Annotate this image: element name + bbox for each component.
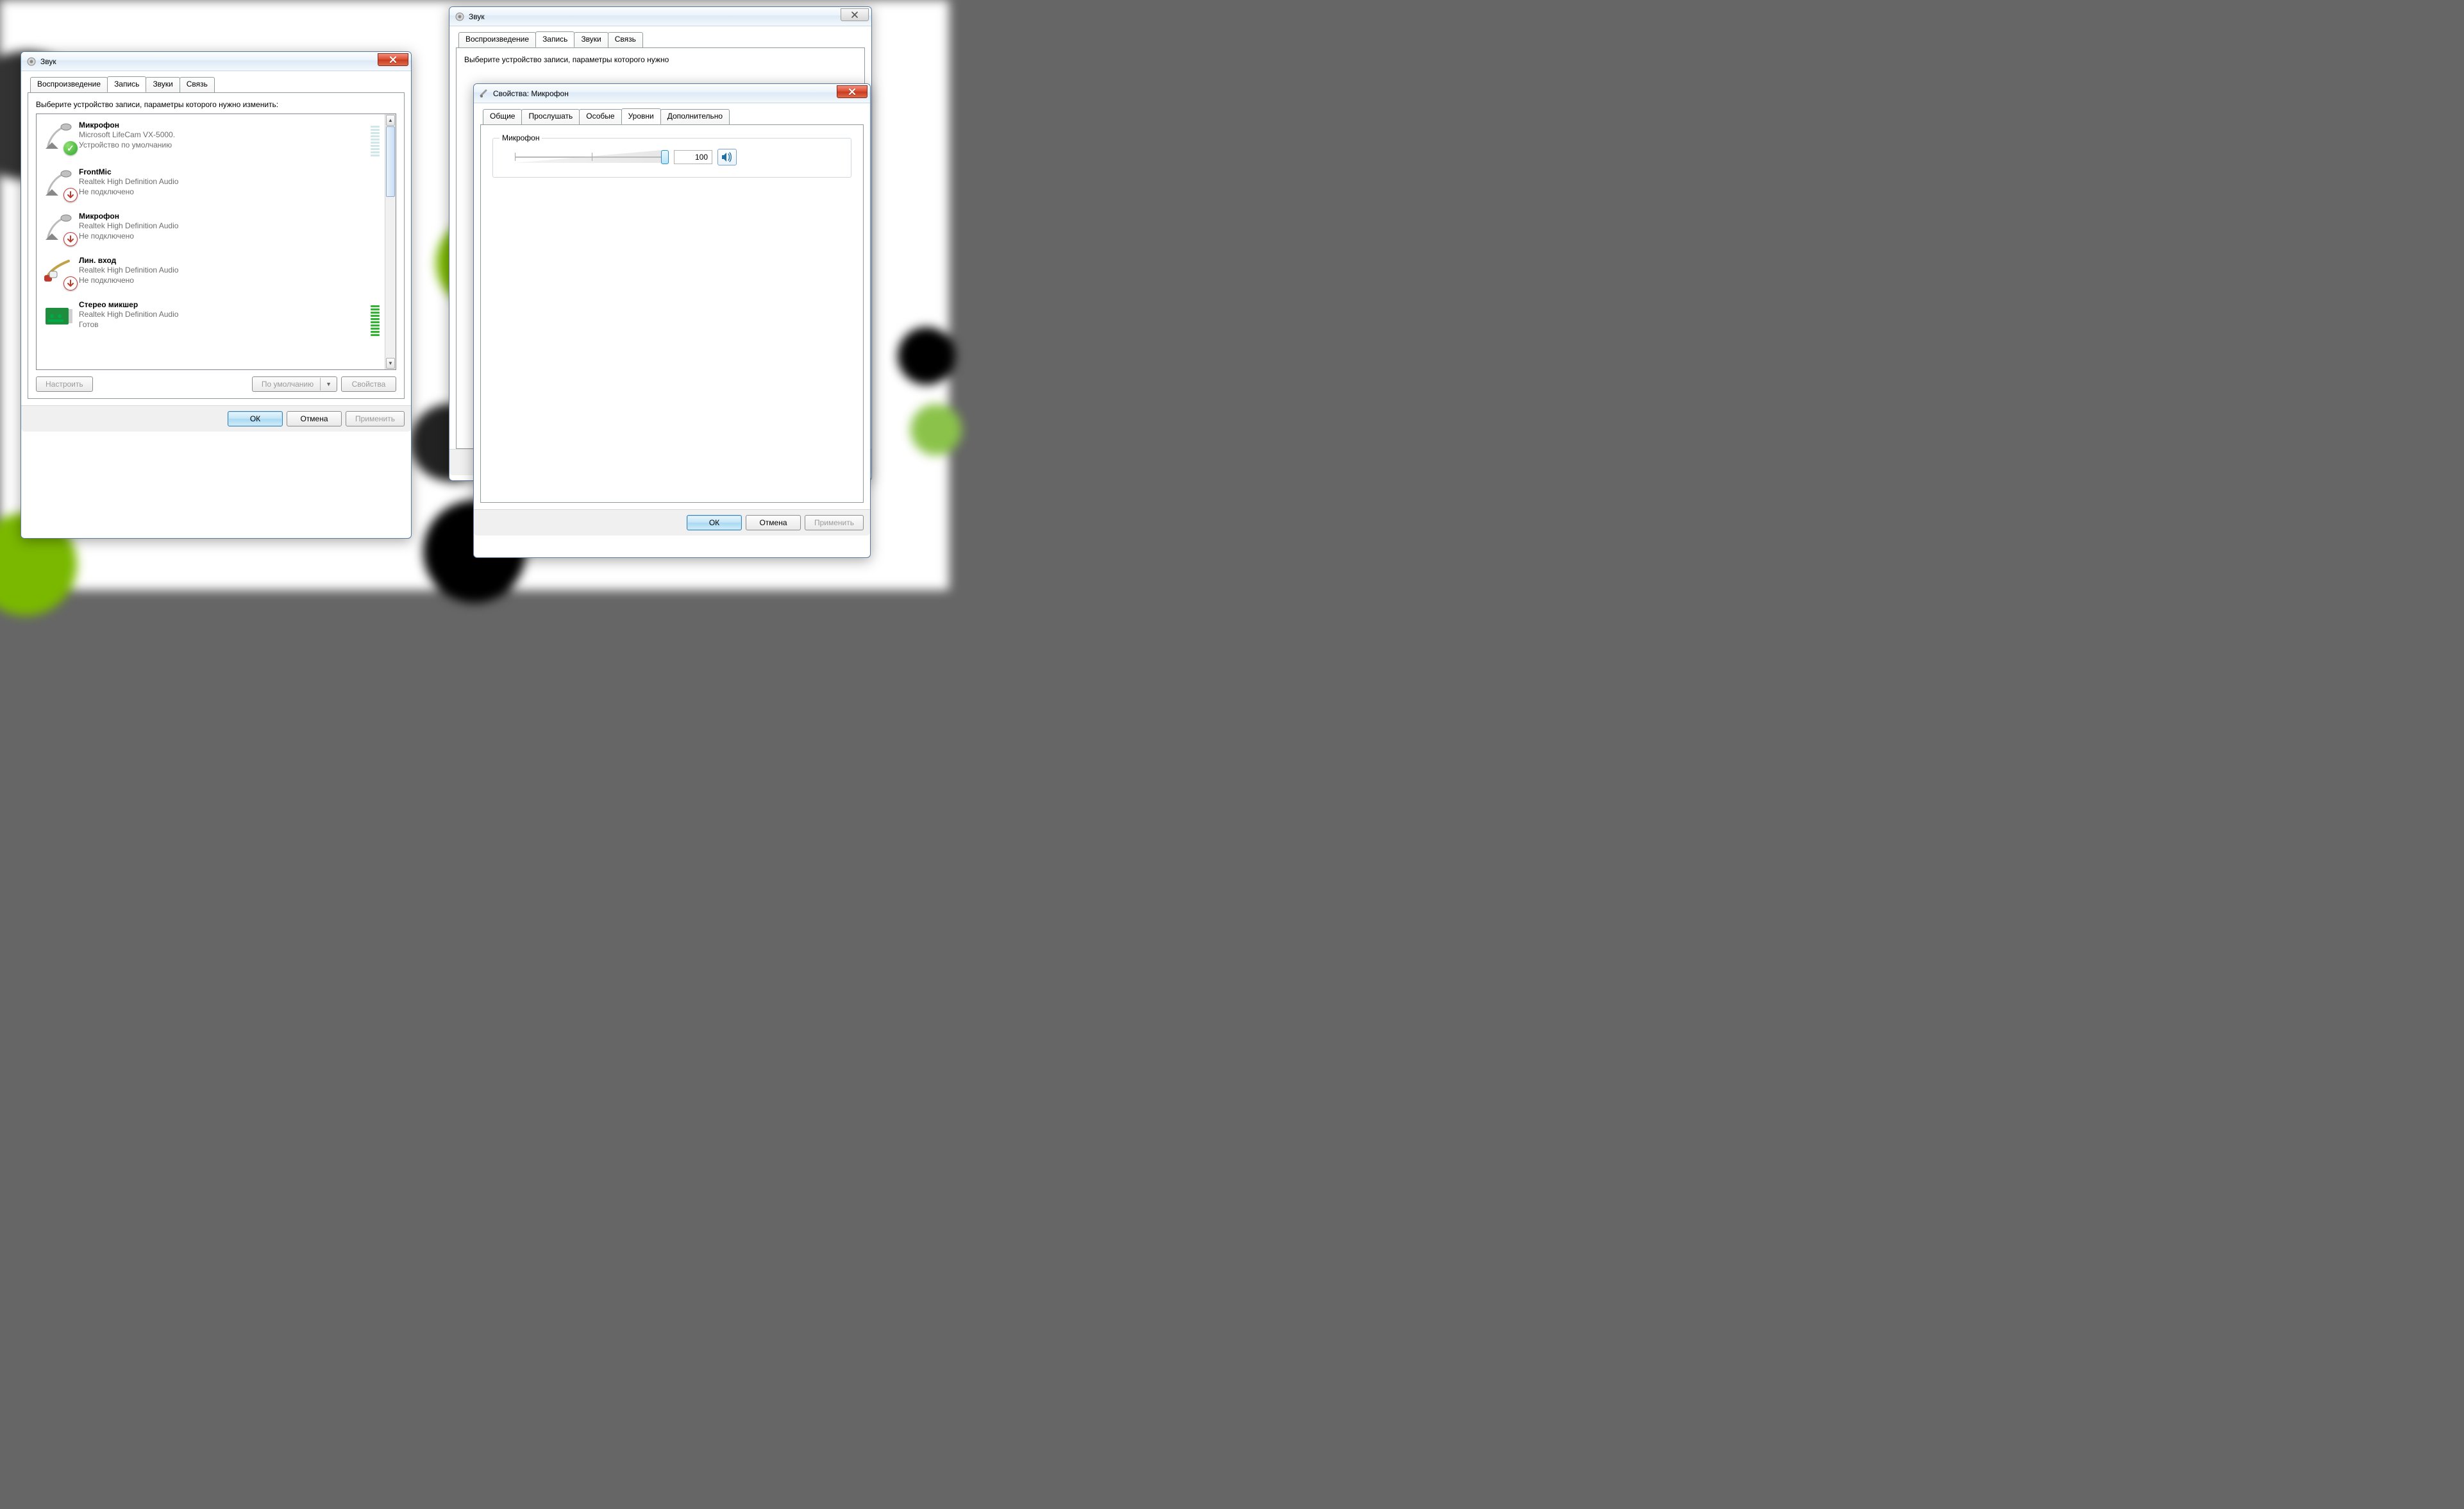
tab-row: Воспроизведение Запись Звуки Связь	[28, 76, 405, 92]
tab-listen[interactable]: Прослушать	[521, 109, 580, 125]
device-driver: Microsoft LifeCam VX-5000.	[79, 130, 368, 140]
tab-comm[interactable]: Связь	[180, 77, 215, 93]
titlebar-props[interactable]: Свойства: Микрофон	[474, 84, 870, 103]
chevron-down-icon[interactable]: ▼	[323, 381, 334, 387]
device-status: Не подключено	[79, 275, 380, 285]
mic-level-slider[interactable]	[515, 148, 669, 167]
device-driver: Realtek High Definition Audio	[79, 221, 380, 231]
tab-custom[interactable]: Особые	[579, 109, 621, 125]
apply-button[interactable]: Применить	[346, 411, 405, 426]
device-name: Стерео микшер	[79, 300, 368, 309]
instructions-text: Выберите устройство записи, параметры ко…	[36, 99, 396, 110]
scrollbar[interactable]: ▲ ▼	[385, 114, 396, 369]
tab-sounds-back[interactable]: Звуки	[574, 32, 608, 48]
set-default-button[interactable]: По умолчанию ▼	[252, 376, 337, 392]
close-icon	[848, 89, 856, 95]
titlebar-back[interactable]: Звук	[449, 7, 871, 26]
tab-sounds[interactable]: Звуки	[146, 77, 180, 93]
mic-level-group: Микрофон	[492, 138, 851, 178]
mute-button[interactable]	[717, 149, 737, 165]
device-status: Не подключено	[79, 187, 380, 197]
device-name: Микрофон	[79, 121, 368, 130]
arrow-down-icon	[63, 276, 78, 291]
device-driver: Realtek High Definition Audio	[79, 176, 380, 187]
tab-record[interactable]: Запись	[107, 76, 146, 92]
microphone-icon	[479, 89, 489, 99]
sound-window: Звук Воспроизведение Запись Звуки Связь …	[21, 51, 412, 539]
close-icon	[850, 12, 859, 18]
device-row[interactable]: FrontMicRealtek High Definition AudioНе …	[37, 161, 385, 205]
properties-button[interactable]: Свойства	[341, 376, 396, 392]
tab-general[interactable]: Общие	[483, 109, 522, 125]
slider-thumb[interactable]	[661, 150, 669, 164]
title-text-props: Свойства: Микрофон	[493, 89, 569, 98]
ok-button[interactable]: ОК	[228, 411, 283, 426]
speaker-icon	[455, 12, 465, 22]
device-icon	[40, 298, 76, 333]
close-button-props[interactable]	[837, 85, 867, 98]
configure-button[interactable]: Настроить	[36, 376, 93, 392]
title-text: Звук	[40, 57, 56, 66]
device-icon	[40, 165, 76, 201]
device-icon	[40, 253, 76, 289]
speaker-icon	[26, 56, 37, 67]
close-button[interactable]	[378, 53, 408, 66]
tab-comm-back[interactable]: Связь	[608, 32, 643, 48]
titlebar[interactable]: Звук	[21, 52, 411, 71]
ok-button-props[interactable]: ОК	[687, 515, 742, 530]
device-list[interactable]: ✓МикрофонMicrosoft LifeCam VX-5000.Устро…	[36, 114, 396, 370]
cancel-button-props[interactable]: Отмена	[746, 515, 801, 530]
scroll-track[interactable]	[386, 126, 395, 357]
device-icon	[40, 209, 76, 245]
arrow-down-icon	[63, 188, 78, 202]
device-name: Микрофон	[79, 212, 380, 221]
device-driver: Realtek High Definition Audio	[79, 309, 368, 319]
device-row[interactable]: Лин. входRealtek High Definition AudioНе…	[37, 249, 385, 294]
level-meter	[371, 119, 380, 156]
scroll-down-button[interactable]: ▼	[386, 358, 395, 369]
tab-record-back[interactable]: Запись	[535, 31, 574, 47]
scroll-up-button[interactable]: ▲	[386, 115, 395, 126]
mic-level-value[interactable]	[674, 150, 712, 164]
tab-advanced[interactable]: Дополнительно	[660, 109, 730, 125]
device-status: Готов	[79, 319, 368, 330]
cancel-button[interactable]: Отмена	[287, 411, 342, 426]
tab-playback-back[interactable]: Воспроизведение	[458, 32, 536, 48]
close-button-back[interactable]	[841, 8, 869, 21]
arrow-down-icon	[63, 232, 78, 246]
dialog-footer: ОК Отмена Применить	[21, 405, 411, 432]
device-row[interactable]: МикрофонRealtek High Definition AudioНе …	[37, 205, 385, 249]
tab-playback[interactable]: Воспроизведение	[30, 77, 108, 93]
dialog-footer-props: ОК Отмена Применить	[474, 509, 870, 535]
device-driver: Realtek High Definition Audio	[79, 265, 380, 275]
instructions-partial: Выберите устройство записи, параметры ко…	[464, 55, 857, 65]
speaker-icon	[721, 152, 733, 162]
level-meter	[371, 299, 380, 336]
device-status: Устройство по умолчанию	[79, 140, 368, 150]
title-text-back: Звук	[469, 12, 485, 21]
device-status: Не подключено	[79, 231, 380, 241]
mic-group-label: Микрофон	[499, 133, 542, 142]
device-name: FrontMic	[79, 167, 380, 176]
device-icon: ✓	[40, 118, 76, 154]
tab-levels[interactable]: Уровни	[621, 108, 661, 124]
tab-panel-record: Выберите устройство записи, параметры ко…	[28, 92, 405, 399]
device-row[interactable]: ✓ МикрофонMicrosoft LifeCam VX-5000.Устро…	[37, 114, 385, 161]
check-icon: ✓	[63, 141, 78, 155]
close-icon	[389, 56, 397, 63]
set-default-label: По умолчанию	[262, 380, 314, 389]
device-name: Лин. вход	[79, 256, 380, 265]
scroll-thumb[interactable]	[386, 126, 395, 197]
apply-button-props[interactable]: Применить	[805, 515, 864, 530]
device-row[interactable]: Стерео микшерRealtek High Definition Aud…	[37, 294, 385, 341]
mic-properties-window: Свойства: Микрофон Общие Прослушать Особ…	[473, 83, 871, 558]
